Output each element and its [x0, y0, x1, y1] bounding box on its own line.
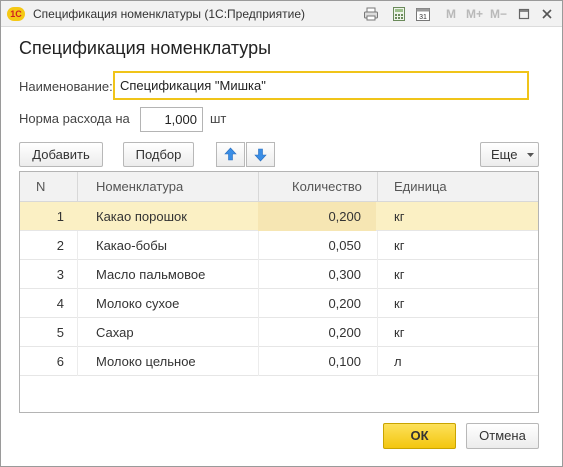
cell-separator — [77, 318, 78, 347]
cancel-button[interactable]: Отмена — [466, 423, 539, 449]
row-item[interactable]: Молоко сухое — [96, 289, 179, 318]
title-bar: 1С Спецификация номенклатуры (1С:Предпри… — [1, 1, 562, 27]
row-number: 6 — [56, 354, 64, 369]
pick-button[interactable]: Подбор — [123, 142, 194, 167]
chevron-down-icon — [527, 153, 534, 157]
cell-separator — [377, 347, 378, 376]
column-header-unit[interactable]: Единица — [394, 172, 447, 202]
specification-table: N Номенклатура Количество Единица 1 Кака… — [19, 171, 539, 413]
print-icon[interactable] — [363, 6, 379, 22]
ok-button[interactable]: ОК — [383, 423, 456, 449]
cell-separator — [377, 260, 378, 289]
row-unit[interactable]: л — [394, 347, 402, 376]
table-header: N Номенклатура Количество Единица — [20, 172, 538, 202]
table-row[interactable]: 2 Какао-бобы 0,050 кг — [20, 231, 538, 260]
row-number: 2 — [56, 238, 64, 253]
cell-separator — [377, 231, 378, 260]
column-separator — [258, 172, 259, 202]
row-quantity[interactable]: 0,100 — [252, 347, 361, 376]
row-unit[interactable]: кг — [394, 289, 404, 318]
column-header-quantity[interactable]: Количество — [292, 172, 362, 202]
cell-separator — [377, 289, 378, 318]
column-header-item[interactable]: Номенклатура — [96, 172, 183, 202]
row-item[interactable]: Масло пальмовое — [96, 260, 205, 289]
row-number: 1 — [56, 209, 64, 224]
row-quantity[interactable]: 0,050 — [252, 231, 361, 260]
dialog-title: Спецификация номенклатуры — [19, 38, 272, 58]
row-item[interactable]: Сахар — [96, 318, 134, 347]
row-quantity[interactable]: 0,200 — [252, 289, 361, 318]
window-title: Спецификация номенклатуры (1С:Предприяти… — [33, 7, 305, 21]
name-input[interactable]: Спецификация "Мишка" — [113, 71, 529, 100]
close-icon[interactable] — [539, 6, 555, 22]
dialog-window: 1С Спецификация номенклатуры (1С:Предпри… — [0, 0, 563, 467]
app-logo-icon: 1С — [7, 7, 25, 21]
cell-separator — [77, 231, 78, 260]
rate-label: Норма расхода на — [19, 111, 130, 126]
name-label: Наименование: — [19, 79, 113, 94]
move-down-button[interactable] — [246, 142, 275, 167]
cell-separator — [77, 347, 78, 376]
row-item[interactable]: Какао-бобы — [96, 231, 167, 260]
memory-button[interactable]: M — [446, 7, 456, 21]
table-row[interactable]: 6 Молоко цельное 0,100 л — [20, 347, 538, 376]
row-quantity[interactable]: 0,200 — [252, 202, 361, 231]
arrow-down-icon — [254, 148, 267, 162]
memory-plus-button[interactable]: M+ — [466, 7, 483, 21]
row-quantity[interactable]: 0,300 — [252, 260, 361, 289]
rate-unit-label: шт — [210, 111, 227, 126]
cell-separator — [377, 318, 378, 347]
cell-separator — [77, 289, 78, 318]
row-item[interactable]: Молоко цельное — [96, 347, 196, 376]
row-unit[interactable]: кг — [394, 260, 404, 289]
table-row[interactable]: 3 Масло пальмовое 0,300 кг — [20, 260, 538, 289]
calendar-day: 31 — [419, 14, 427, 21]
move-up-button[interactable] — [216, 142, 245, 167]
row-number: 5 — [56, 325, 64, 340]
more-button[interactable]: Еще — [480, 142, 539, 167]
row-item[interactable]: Какао порошок — [96, 202, 187, 231]
calendar-icon[interactable]: 31 — [415, 6, 431, 22]
cell-separator — [77, 260, 78, 289]
arrow-up-icon — [224, 147, 237, 161]
row-number: 3 — [56, 267, 64, 282]
column-separator — [77, 172, 78, 202]
add-button[interactable]: Добавить — [19, 142, 103, 167]
row-quantity[interactable]: 0,200 — [252, 318, 361, 347]
row-number: 4 — [56, 296, 64, 311]
table-row[interactable]: 4 Молоко сухое 0,200 кг — [20, 289, 538, 318]
memory-minus-button[interactable]: M− — [490, 7, 507, 21]
row-unit[interactable]: кг — [394, 231, 404, 260]
table-row[interactable]: 5 Сахар 0,200 кг — [20, 318, 538, 347]
table-row[interactable]: 1 Какао порошок 0,200 кг — [20, 202, 538, 231]
rate-input[interactable]: 1,000 — [140, 107, 203, 132]
row-unit[interactable]: кг — [394, 202, 404, 231]
calculator-icon[interactable] — [391, 6, 407, 22]
maximize-icon[interactable] — [516, 6, 532, 22]
row-unit[interactable]: кг — [394, 318, 404, 347]
column-separator — [377, 172, 378, 202]
more-label: Еще — [491, 147, 518, 162]
column-header-n[interactable]: N — [36, 172, 45, 202]
